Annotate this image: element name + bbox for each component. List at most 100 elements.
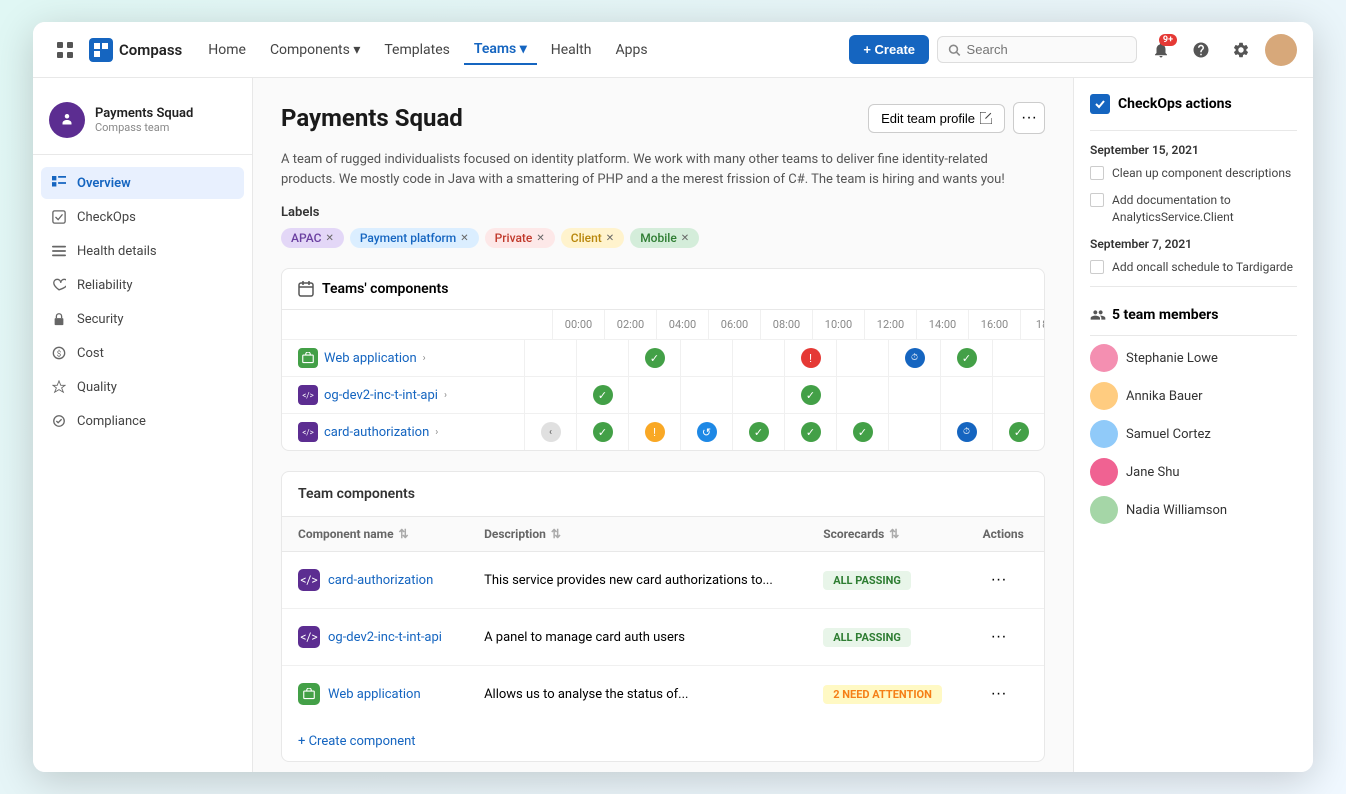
th-scorecards: Scorecards ⇅: [807, 517, 966, 552]
tc2-2: [628, 377, 680, 413]
label-client-remove[interactable]: ✕: [606, 233, 614, 244]
grid-menu-icon[interactable]: [49, 34, 81, 66]
tc3-6: ✓: [836, 414, 888, 450]
checkops-icon: [51, 209, 67, 225]
sidebar-item-compliance[interactable]: Compliance: [41, 405, 244, 437]
label-apac[interactable]: APAC ✕: [281, 228, 344, 248]
sidebar: Payments Squad Compass team Overview Che…: [33, 78, 253, 772]
label-payment-remove[interactable]: ✕: [460, 233, 468, 244]
back-indicator[interactable]: ‹: [541, 422, 561, 442]
tc2-5: ✓: [784, 377, 836, 413]
create-button[interactable]: + Create: [849, 35, 929, 64]
action-date-2: September 7, 2021: [1090, 237, 1297, 251]
member-samuel: Samuel Cortez: [1090, 420, 1297, 448]
tc3-3: ↺: [680, 414, 732, 450]
sidebar-item-cost[interactable]: $ Cost: [41, 337, 244, 369]
header-actions: Edit team profile ···: [868, 102, 1045, 134]
og-actions-btn[interactable]: ···: [983, 621, 1015, 653]
action-checkbox-2[interactable]: [1090, 193, 1104, 207]
cost-icon: $: [51, 345, 67, 361]
nav-templates[interactable]: Templates: [374, 36, 460, 64]
settings-button[interactable]: [1225, 34, 1257, 66]
team-description: A team of rugged individualists focused …: [281, 150, 1045, 189]
checkops-panel-title: CheckOps actions: [1118, 96, 1232, 112]
td-card-actions: ···: [967, 552, 1044, 609]
action-checkbox-1[interactable]: [1090, 166, 1104, 180]
health-icon: [51, 243, 67, 259]
label-payment-platform[interactable]: Payment platform ✕: [350, 228, 479, 248]
member-name-jane: Jane Shu: [1126, 465, 1180, 480]
web-app-chevron[interactable]: ›: [423, 353, 426, 364]
comp-table-title: Team components: [282, 472, 1044, 517]
help-button[interactable]: [1185, 34, 1217, 66]
timeline-title: Teams' components: [322, 281, 448, 297]
og-table-icon: </>: [298, 626, 320, 648]
member-stephanie: Stephanie Lowe: [1090, 344, 1297, 372]
tc3-1: ✓: [576, 414, 628, 450]
logo[interactable]: Compass: [89, 38, 182, 62]
sidebar-item-overview[interactable]: Overview: [41, 167, 244, 199]
create-component-link[interactable]: + Create component: [282, 722, 1044, 761]
timeline-section: Teams' components 00:00 02:00 04:00 06:0…: [281, 268, 1045, 451]
sidebar-cost-label: Cost: [77, 346, 104, 361]
nav-links: Home Components ▾ Templates Teams ▾ Heal…: [198, 35, 841, 65]
time-1600: 16:00: [968, 310, 1020, 339]
td-web-score: 2 NEED ATTENTION: [807, 666, 966, 723]
action-item-1: Clean up component descriptions: [1090, 165, 1297, 182]
nav-health[interactable]: Health: [541, 36, 602, 64]
notification-button[interactable]: 9+: [1145, 34, 1177, 66]
components-section: Team components Component name ⇅ Descrip…: [281, 471, 1045, 762]
label-apac-remove[interactable]: ✕: [325, 233, 333, 244]
action-checkbox-3[interactable]: [1090, 260, 1104, 274]
search-bar[interactable]: [937, 36, 1137, 63]
og-link[interactable]: og-dev2-inc-t-int-api: [324, 388, 438, 403]
member-name-stephanie: Stephanie Lowe: [1126, 351, 1218, 366]
member-name-nadia: Nadia Williamson: [1126, 503, 1227, 518]
tc3-4: ✓: [732, 414, 784, 450]
more-options-button[interactable]: ···: [1013, 102, 1045, 134]
sidebar-compliance-label: Compliance: [77, 414, 146, 429]
status-red: !: [801, 348, 821, 368]
member-jane: Jane Shu: [1090, 458, 1297, 486]
time-1200: 12:00: [864, 310, 916, 339]
member-avatar-stephanie: [1090, 344, 1118, 372]
sidebar-item-health[interactable]: Health details: [41, 235, 244, 267]
og-table-link[interactable]: og-dev2-inc-t-int-api: [328, 630, 442, 645]
edit-profile-button[interactable]: Edit team profile: [868, 104, 1005, 133]
label-private-remove[interactable]: ✕: [536, 233, 544, 244]
web-app-link[interactable]: Web application: [324, 351, 417, 366]
nav-home[interactable]: Home: [198, 36, 256, 64]
td-card-desc: This service provides new card authoriza…: [468, 552, 807, 609]
sidebar-item-quality[interactable]: Quality: [41, 371, 244, 403]
nav-apps[interactable]: Apps: [605, 36, 657, 64]
sidebar-item-checkops[interactable]: CheckOps: [41, 201, 244, 233]
web-actions-btn[interactable]: ···: [983, 678, 1015, 710]
time-0000: 00:00: [552, 310, 604, 339]
status-green: ✓: [645, 348, 665, 368]
card-chevron[interactable]: ›: [435, 427, 438, 438]
label-mobile[interactable]: Mobile ✕: [630, 228, 699, 248]
td-og-name: </> og-dev2-inc-t-int-api: [282, 609, 468, 666]
th-actions: Actions: [967, 517, 1044, 552]
tc2-1: ✓: [576, 377, 628, 413]
search-input[interactable]: [967, 42, 1126, 57]
sidebar-item-security[interactable]: Security: [41, 303, 244, 335]
label-mobile-remove[interactable]: ✕: [681, 233, 689, 244]
web-table-link[interactable]: Web application: [328, 687, 421, 702]
card-link[interactable]: card-authorization: [324, 425, 429, 440]
td-og-score: ALL PASSING: [807, 609, 966, 666]
right-panel: CheckOps actions September 15, 2021 Clea…: [1073, 78, 1313, 772]
sidebar-item-reliability[interactable]: Reliability: [41, 269, 244, 301]
label-client[interactable]: Client ✕: [561, 228, 624, 248]
nav-teams[interactable]: Teams ▾: [464, 35, 537, 65]
og-chevron[interactable]: ›: [444, 390, 447, 401]
nav-components[interactable]: Components ▾: [260, 36, 370, 64]
label-private[interactable]: Private ✕: [485, 228, 555, 248]
card-auth-link[interactable]: card-authorization: [328, 573, 433, 588]
card-timeline-cells: ‹ ✓ ! ↺ ✓ ✓ ✓ ⏱ ✓: [524, 414, 1044, 450]
sidebar-nav: Overview CheckOps Health details: [33, 163, 252, 441]
member-avatar-nadia: [1090, 496, 1118, 524]
card-actions-btn[interactable]: ···: [983, 564, 1015, 596]
user-avatar[interactable]: [1265, 34, 1297, 66]
tc-1: [576, 340, 628, 376]
